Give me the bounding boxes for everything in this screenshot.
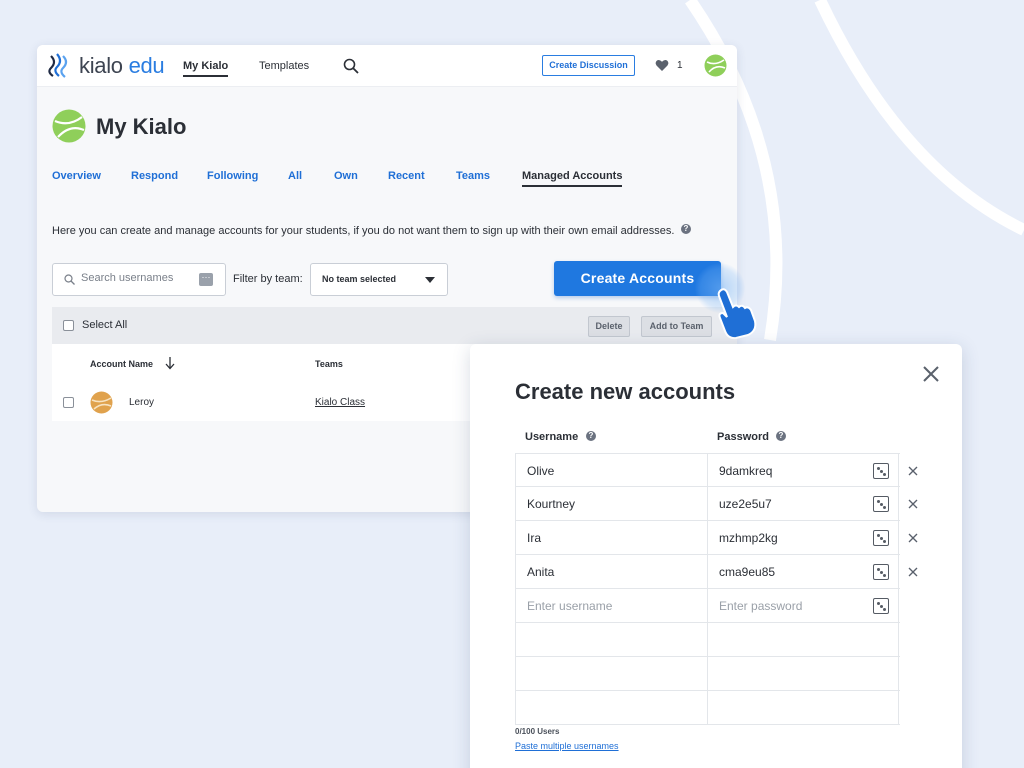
password-input[interactable] [707, 691, 899, 725]
entry-row: Kourtney uze2e5u7 [515, 487, 918, 521]
entry-row-blank [515, 657, 900, 691]
team-filter-value: No team selected [322, 274, 397, 284]
team-link[interactable]: Kialo Class [315, 397, 365, 408]
add-to-team-button[interactable]: Add to Team [641, 316, 712, 337]
search-usernames-input[interactable] [81, 272, 191, 284]
tab-teams[interactable]: Teams [456, 170, 490, 182]
column-header-account-name[interactable]: Account Name [90, 359, 153, 369]
username-input[interactable] [515, 623, 707, 657]
entry-row: Ira mzhmp2kg [515, 521, 918, 555]
password-placeholder: Enter password [719, 599, 803, 613]
remove-x-icon[interactable] [907, 498, 919, 510]
username-field[interactable]: Kourtney [515, 487, 707, 521]
tab-managed-accounts[interactable]: Managed Accounts [522, 170, 623, 187]
remove-x-icon[interactable] [907, 566, 919, 578]
help-icon[interactable]: ? [586, 431, 596, 441]
kialo-logo-icon[interactable] [47, 52, 73, 80]
remove-x-icon[interactable] [907, 532, 919, 544]
entry-row-blank [515, 691, 900, 725]
password-field[interactable]: 9damkreq [707, 454, 899, 488]
password-value: mzhmp2kg [719, 531, 778, 545]
column-header-teams: Teams [315, 359, 343, 369]
dice-icon[interactable] [873, 463, 889, 479]
username-placeholder: Enter username [527, 599, 613, 613]
top-navbar: kialo edu My Kialo Templates Create Disc… [37, 45, 737, 87]
password-value: 9damkreq [719, 464, 773, 478]
search-icon[interactable] [343, 58, 359, 74]
tab-all[interactable]: All [288, 170, 302, 182]
help-icon[interactable]: ? [681, 224, 691, 234]
intro-text: Here you can create and manage accounts … [52, 225, 675, 237]
entry-row: Olive 9damkreq [515, 453, 918, 488]
username-value: Olive [527, 464, 555, 478]
nav-templates[interactable]: Templates [259, 60, 309, 72]
tab-own[interactable]: Own [334, 170, 358, 182]
dice-icon[interactable] [873, 530, 889, 546]
username-field[interactable]: Ira [515, 521, 707, 555]
password-value: uze2e5u7 [719, 497, 772, 511]
username-input[interactable]: Enter username [515, 589, 707, 623]
select-all-checkbox[interactable] [63, 320, 74, 331]
logo-word: kialo [79, 53, 123, 78]
page-title: My Kialo [96, 114, 187, 139]
password-value: cma9eu85 [719, 565, 776, 579]
username-field[interactable]: Olive [515, 454, 707, 488]
username-value: Ira [527, 531, 542, 545]
tab-respond[interactable]: Respond [131, 170, 178, 182]
entry-row: Anita cma9eu85 [515, 555, 918, 589]
account-name-cell[interactable]: Leroy [129, 397, 154, 408]
create-discussion-button[interactable]: Create Discussion [542, 55, 635, 76]
password-field[interactable]: cma9eu85 [707, 555, 899, 589]
logo-suffix: edu [128, 53, 165, 78]
password-input[interactable]: Enter password [707, 589, 899, 623]
password-column-header: Password [717, 431, 769, 443]
nav-my-kialo[interactable]: My Kialo [183, 60, 229, 77]
dice-icon[interactable] [873, 496, 889, 512]
username-column-header: Username [525, 431, 579, 443]
modal-title: Create new accounts [515, 379, 736, 404]
delete-button[interactable]: Delete [588, 316, 630, 337]
filter-by-team-label: Filter by team: [233, 273, 303, 285]
password-field[interactable]: uze2e5u7 [707, 487, 899, 521]
create-accounts-modal: Create new accounts Username ? Password … [470, 344, 962, 768]
tab-overview[interactable]: Overview [52, 170, 101, 182]
password-field[interactable]: mzhmp2kg [707, 521, 899, 555]
entry-row-blank [515, 623, 900, 657]
heart-icon[interactable] [655, 59, 669, 72]
search-usernames-field[interactable]: ··· [52, 263, 226, 296]
profile-avatar-icon [52, 109, 86, 143]
select-all-label[interactable]: Select All [82, 319, 127, 331]
password-input[interactable] [707, 623, 899, 657]
paste-multiple-usernames-link[interactable]: Paste multiple usernames [515, 741, 619, 751]
username-field[interactable]: Anita [515, 555, 707, 589]
dice-icon[interactable] [873, 564, 889, 580]
row-checkbox[interactable] [63, 397, 74, 408]
password-input[interactable] [707, 657, 899, 691]
username-value: Anita [527, 565, 555, 579]
hand-cursor-icon [717, 288, 757, 340]
bulk-actions-bar: Select All Delete Add to Team [52, 307, 737, 344]
accounts-entry-grid: Olive 9damkreq Kourtney uze2e5u7 Ira mzh… [515, 453, 918, 725]
tab-recent[interactable]: Recent [388, 170, 425, 182]
entry-row-empty: Enter username Enter password [515, 589, 900, 623]
logo-text[interactable]: kialo edu [79, 53, 165, 79]
sort-arrow-icon[interactable] [165, 356, 175, 370]
search-icon [64, 274, 75, 285]
username-value: Kourtney [527, 497, 576, 511]
user-count: 0/100 Users [515, 727, 560, 736]
remove-x-icon[interactable] [907, 465, 919, 477]
team-filter-select[interactable]: No team selected [310, 263, 448, 296]
close-icon[interactable] [921, 364, 941, 384]
avatar-icon [90, 391, 113, 414]
dots-icon[interactable]: ··· [199, 273, 213, 286]
tab-following[interactable]: Following [207, 170, 258, 182]
likes-count: 1 [677, 60, 683, 71]
help-icon[interactable]: ? [776, 431, 786, 441]
dice-icon[interactable] [873, 598, 889, 614]
username-input[interactable] [515, 657, 707, 691]
username-input[interactable] [515, 691, 707, 725]
user-avatar-icon[interactable] [704, 54, 727, 77]
chevron-down-icon [425, 277, 435, 283]
